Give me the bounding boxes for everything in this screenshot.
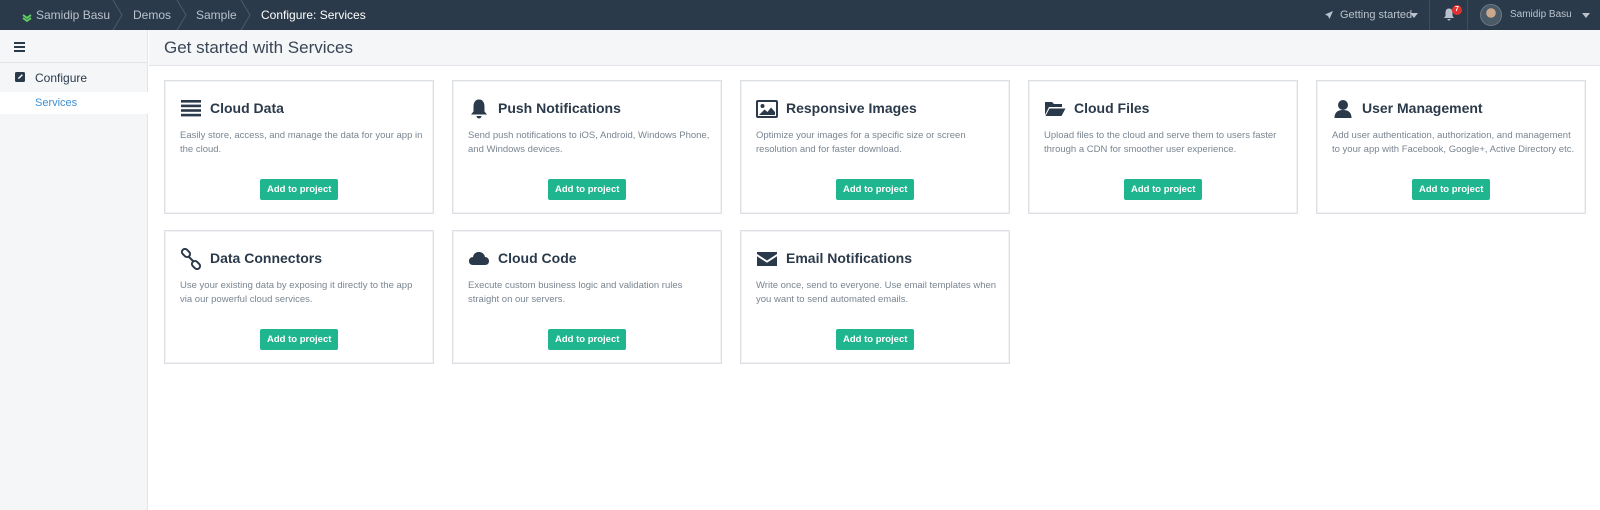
breadcrumb-separator-icon (176, 0, 187, 30)
sidebar-item-services[interactable]: Services (0, 92, 148, 114)
add-to-project-button[interactable]: Add to project (1412, 179, 1491, 200)
breadcrumb-current: Configure: Services (261, 8, 366, 22)
page-title: Get started with Services (164, 38, 353, 57)
sidebar: Configure Services (0, 30, 148, 510)
add-to-project-button[interactable]: Add to project (836, 179, 915, 200)
envelope-icon (757, 252, 777, 266)
add-to-project-button[interactable]: Add to project (548, 179, 627, 200)
card-description: Send push notifications to iOS, Android,… (468, 130, 710, 155)
card-description: Use your existing data by exposing it di… (180, 280, 413, 305)
hamburger-menu-icon[interactable] (14, 42, 25, 52)
bell-icon (471, 99, 487, 119)
add-to-project-button[interactable]: Add to project (260, 329, 339, 350)
service-card-user-management: User Management Add user authentication,… (1316, 80, 1586, 214)
edit-icon (15, 72, 25, 82)
service-card-cloud-data: Cloud Data Easily store, access, and man… (164, 80, 434, 214)
card-description: Add user authentication, authorization, … (1332, 130, 1575, 155)
card-description: Write once, send to everyone. Use email … (756, 280, 997, 305)
add-to-project-button[interactable]: Add to project (1124, 179, 1203, 200)
service-card-cloud-code: Cloud Code Execute custom business logic… (452, 230, 722, 364)
user-icon (1334, 100, 1352, 118)
service-card-email-notifications: Email Notifications Write once, send to … (740, 230, 1010, 364)
card-title: Data Connectors (210, 250, 323, 266)
breadcrumb-account[interactable]: Samidip Basu (36, 0, 110, 30)
card-description: Execute custom business logic and valida… (468, 280, 683, 305)
user-name-label[interactable]: Samidip Basu (1510, 0, 1572, 30)
add-to-project-button[interactable]: Add to project (260, 179, 339, 200)
top-navigation-bar: Samidip Basu Demos Sample Configure: Ser… (0, 0, 1600, 30)
service-card-responsive-images: Responsive Images Optimize your images f… (740, 80, 1010, 214)
breadcrumb-separator-icon (240, 0, 251, 30)
breadcrumb-demos[interactable]: Demos (133, 0, 171, 30)
getting-started-label: Getting started (1340, 9, 1413, 21)
caret-down-icon (1410, 13, 1418, 18)
add-to-project-button[interactable]: Add to project (836, 329, 915, 350)
folder-open-icon (1045, 102, 1066, 116)
card-title: Email Notifications (786, 250, 913, 266)
sidebar-section-configure[interactable]: Configure (0, 68, 148, 88)
getting-started-dropdown[interactable]: Getting started (1322, 0, 1422, 30)
breadcrumb-sample[interactable]: Sample (196, 0, 237, 30)
notification-count-badge: 7 (1452, 5, 1462, 15)
card-description: Upload files to the cloud and serve them… (1044, 130, 1277, 155)
card-description: Optimize your images for a specific size… (756, 130, 966, 155)
rocket-icon (1325, 11, 1333, 19)
card-description: Easily store, access, and manage the dat… (180, 130, 423, 155)
sidebar-item-label: Services (35, 97, 78, 109)
page-header: Get started with Services (149, 30, 1600, 66)
card-title: Cloud Code (498, 250, 577, 266)
divider (0, 62, 148, 63)
card-title: User Management (1362, 100, 1483, 116)
card-title: Push Notifications (498, 100, 621, 116)
database-icon (181, 100, 201, 117)
service-card-push-notifications: Push Notifications Send push notificatio… (452, 80, 722, 214)
link-icon (180, 248, 202, 270)
breadcrumb-separator-icon (112, 0, 123, 30)
divider (1467, 0, 1468, 30)
notifications-button[interactable] (1435, 0, 1465, 30)
card-title: Cloud Data (210, 100, 284, 116)
app-logo-icon[interactable] (22, 10, 32, 28)
service-card-data-connectors: Data Connectors Use your existing data b… (164, 230, 434, 364)
user-avatar[interactable] (1480, 4, 1502, 26)
user-menu-caret-down-icon[interactable] (1582, 13, 1590, 18)
sidebar-section-label: Configure (35, 71, 88, 85)
card-title: Responsive Images (786, 100, 917, 116)
service-card-cloud-files: Cloud Files Upload files to the cloud an… (1028, 80, 1298, 214)
divider (1429, 0, 1430, 30)
cloud-icon (469, 252, 489, 265)
card-title: Cloud Files (1074, 100, 1150, 116)
image-icon (756, 100, 778, 118)
add-to-project-button[interactable]: Add to project (548, 329, 627, 350)
